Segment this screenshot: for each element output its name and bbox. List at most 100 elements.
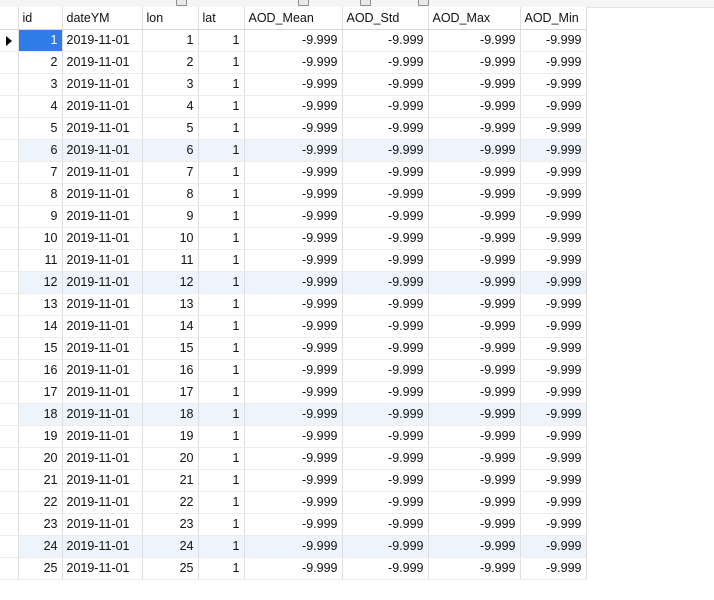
cell-lon[interactable]: 16	[142, 359, 199, 382]
cell-dateYM[interactable]: 2019-11-01	[62, 227, 143, 250]
row-indicator[interactable]	[0, 139, 19, 162]
cell-aod-max[interactable]: -9.999	[428, 73, 521, 96]
cell-aod-min[interactable]: -9.999	[520, 359, 587, 382]
cell-aod-mean[interactable]: -9.999	[244, 249, 343, 272]
table-row[interactable]: 7 2019-11-01 7 1 -9.999 -9.999 -9.999 -9.999	[0, 161, 587, 184]
cell-dateYM[interactable]: 2019-11-01	[62, 29, 143, 52]
cell-lon[interactable]: 14	[142, 315, 199, 338]
cell-lon[interactable]: 23	[142, 513, 199, 536]
cell-lat[interactable]: 1	[198, 205, 245, 228]
row-indicator[interactable]	[0, 535, 19, 558]
table-row[interactable]: 9 2019-11-01 9 1 -9.999 -9.999 -9.999 -9.999	[0, 205, 587, 228]
cell-id[interactable]: 15	[18, 337, 63, 360]
cell-aod-std[interactable]: -9.999	[342, 535, 429, 558]
cell-aod-mean[interactable]: -9.999	[244, 381, 343, 404]
table-row[interactable]: 16 2019-11-01 16 1 -9.999 -9.999 -9.999 -9.999	[0, 359, 587, 382]
row-indicator[interactable]	[0, 117, 19, 140]
cell-id[interactable]: 9	[18, 205, 63, 228]
row-indicator[interactable]	[0, 513, 19, 536]
cell-aod-std[interactable]: -9.999	[342, 183, 429, 206]
cell-aod-mean[interactable]: -9.999	[244, 227, 343, 250]
cell-lat[interactable]: 1	[198, 271, 245, 294]
cell-aod-mean[interactable]: -9.999	[244, 403, 343, 426]
cell-id[interactable]: 3	[18, 73, 63, 96]
cell-aod-max[interactable]: -9.999	[428, 117, 521, 140]
row-indicator[interactable]	[0, 271, 19, 294]
row-indicator[interactable]	[0, 95, 19, 118]
table-row[interactable]: 15 2019-11-01 15 1 -9.999 -9.999 -9.999 -9.999	[0, 337, 587, 360]
cell-lon[interactable]: 25	[142, 557, 199, 580]
toolbar-button-icon[interactable]	[360, 0, 371, 6]
cell-aod-min[interactable]: -9.999	[520, 557, 587, 580]
cell-aod-min[interactable]: -9.999	[520, 271, 587, 294]
cell-aod-std[interactable]: -9.999	[342, 51, 429, 74]
table-row[interactable]: 12 2019-11-01 12 1 -9.999 -9.999 -9.999 -9.999	[0, 271, 587, 294]
toolbar-button-icon[interactable]	[176, 0, 187, 6]
cell-aod-min[interactable]: -9.999	[520, 513, 587, 536]
cell-lat[interactable]: 1	[198, 51, 245, 74]
cell-aod-min[interactable]: -9.999	[520, 315, 587, 338]
cell-id[interactable]: 25	[18, 557, 63, 580]
cell-dateYM[interactable]: 2019-11-01	[62, 205, 143, 228]
cell-aod-std[interactable]: -9.999	[342, 293, 429, 316]
row-indicator[interactable]	[0, 227, 19, 250]
cell-aod-mean[interactable]: -9.999	[244, 359, 343, 382]
cell-aod-std[interactable]: -9.999	[342, 491, 429, 514]
cell-dateYM[interactable]: 2019-11-01	[62, 95, 143, 118]
cell-dateYM[interactable]: 2019-11-01	[62, 557, 143, 580]
cell-lon[interactable]: 18	[142, 403, 199, 426]
cell-dateYM[interactable]: 2019-11-01	[62, 271, 143, 294]
cell-id[interactable]: 24	[18, 535, 63, 558]
cell-aod-min[interactable]: -9.999	[520, 249, 587, 272]
cell-lat[interactable]: 1	[198, 139, 245, 162]
cell-aod-std[interactable]: -9.999	[342, 161, 429, 184]
cell-aod-min[interactable]: -9.999	[520, 469, 587, 492]
cell-dateYM[interactable]: 2019-11-01	[62, 403, 143, 426]
row-indicator[interactable]	[0, 447, 19, 470]
cell-dateYM[interactable]: 2019-11-01	[62, 139, 143, 162]
cell-aod-min[interactable]: -9.999	[520, 403, 587, 426]
cell-aod-mean[interactable]: -9.999	[244, 425, 343, 448]
cell-dateYM[interactable]: 2019-11-01	[62, 535, 143, 558]
cell-dateYM[interactable]: 2019-11-01	[62, 491, 143, 514]
cell-aod-max[interactable]: -9.999	[428, 425, 521, 448]
cell-aod-mean[interactable]: -9.999	[244, 73, 343, 96]
row-indicator[interactable]	[0, 469, 19, 492]
cell-aod-max[interactable]: -9.999	[428, 271, 521, 294]
table-row[interactable]: 4 2019-11-01 4 1 -9.999 -9.999 -9.999 -9.999	[0, 95, 587, 118]
cell-aod-max[interactable]: -9.999	[428, 535, 521, 558]
cell-lon[interactable]: 15	[142, 337, 199, 360]
cell-lon[interactable]: 19	[142, 425, 199, 448]
cell-aod-max[interactable]: -9.999	[428, 293, 521, 316]
row-indicator[interactable]	[0, 425, 19, 448]
cell-dateYM[interactable]: 2019-11-01	[62, 73, 143, 96]
cell-aod-min[interactable]: -9.999	[520, 117, 587, 140]
cell-id[interactable]: 20	[18, 447, 63, 470]
row-indicator[interactable]	[0, 183, 19, 206]
cell-id[interactable]: 6	[18, 139, 63, 162]
cell-aod-std[interactable]: -9.999	[342, 557, 429, 580]
cell-lon[interactable]: 10	[142, 227, 199, 250]
toolbar-button-icon[interactable]	[298, 0, 309, 6]
table-row[interactable]: 19 2019-11-01 19 1 -9.999 -9.999 -9.999 -9.999	[0, 425, 587, 448]
cell-lon[interactable]: 13	[142, 293, 199, 316]
table-row[interactable]: 2 2019-11-01 2 1 -9.999 -9.999 -9.999 -9.999	[0, 51, 587, 74]
cell-lat[interactable]: 1	[198, 491, 245, 514]
cell-dateYM[interactable]: 2019-11-01	[62, 425, 143, 448]
cell-aod-max[interactable]: -9.999	[428, 513, 521, 536]
cell-lon[interactable]: 2	[142, 51, 199, 74]
cell-aod-max[interactable]: -9.999	[428, 51, 521, 74]
cell-aod-min[interactable]: -9.999	[520, 51, 587, 74]
cell-id[interactable]: 19	[18, 425, 63, 448]
cell-aod-max[interactable]: -9.999	[428, 227, 521, 250]
cell-lon[interactable]: 3	[142, 73, 199, 96]
cell-dateYM[interactable]: 2019-11-01	[62, 161, 143, 184]
row-indicator[interactable]	[0, 381, 19, 404]
cell-aod-std[interactable]: -9.999	[342, 95, 429, 118]
cell-lon[interactable]: 24	[142, 535, 199, 558]
result-grid[interactable]: id dateYM lon lat AOD_Mean AOD_Std AOD_M…	[0, 7, 714, 600]
cell-lat[interactable]: 1	[198, 183, 245, 206]
cell-aod-max[interactable]: -9.999	[428, 469, 521, 492]
cell-aod-min[interactable]: -9.999	[520, 381, 587, 404]
cell-aod-min[interactable]: -9.999	[520, 95, 587, 118]
